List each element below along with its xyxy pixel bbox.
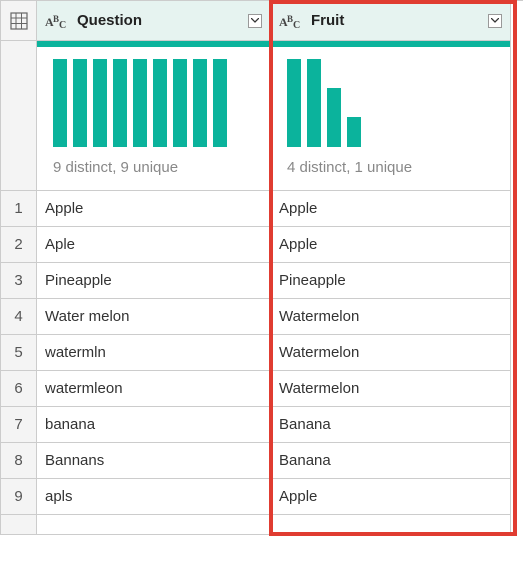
row-number[interactable]: 8 bbox=[1, 443, 37, 479]
cell-fruit[interactable]: Apple bbox=[271, 227, 511, 263]
chart-bar bbox=[193, 59, 207, 147]
chart-bar bbox=[113, 59, 127, 147]
row-number[interactable]: 4 bbox=[1, 299, 37, 335]
cell-question[interactable]: Aple bbox=[37, 227, 271, 263]
chart-bar bbox=[347, 117, 361, 147]
chart-bar bbox=[307, 59, 321, 147]
chart-bar bbox=[327, 88, 341, 147]
data-table: A B C Question A B C Fruit bbox=[0, 0, 523, 535]
cell-empty bbox=[271, 515, 511, 535]
cell-question[interactable]: Water melon bbox=[37, 299, 271, 335]
cell-fruit[interactable]: Pineapple bbox=[271, 263, 511, 299]
cell-question[interactable]: banana bbox=[37, 407, 271, 443]
text-type-icon: A B C bbox=[279, 12, 305, 30]
distribution-chart bbox=[37, 47, 270, 147]
chart-bar bbox=[153, 59, 167, 147]
row-number-empty bbox=[1, 515, 37, 535]
column-dropdown-fruit[interactable] bbox=[488, 14, 502, 28]
table-icon bbox=[10, 12, 28, 30]
cell-empty bbox=[37, 515, 271, 535]
chart-bar bbox=[53, 59, 67, 147]
chart-bar bbox=[133, 59, 147, 147]
row-number[interactable]: 2 bbox=[1, 227, 37, 263]
row-number[interactable]: 5 bbox=[1, 335, 37, 371]
chart-bar bbox=[73, 59, 87, 147]
row-number[interactable]: 7 bbox=[1, 407, 37, 443]
column-header-label: Fruit bbox=[311, 12, 344, 29]
cell-fruit[interactable]: Watermelon bbox=[271, 335, 511, 371]
column-profile-fruit[interactable]: 4 distinct, 1 unique bbox=[271, 41, 511, 191]
row-number[interactable]: 9 bbox=[1, 479, 37, 515]
column-header-fruit[interactable]: A B C Fruit bbox=[271, 1, 511, 41]
cell-fruit[interactable]: Banana bbox=[271, 443, 511, 479]
column-header-label: Question bbox=[77, 12, 142, 29]
cell-question[interactable]: watermleon bbox=[37, 371, 271, 407]
cell-fruit[interactable]: Apple bbox=[271, 479, 511, 515]
chart-bar bbox=[93, 59, 107, 147]
column-dropdown-question[interactable] bbox=[248, 14, 262, 28]
chart-bar bbox=[287, 59, 301, 147]
table-corner-cell[interactable] bbox=[1, 1, 37, 41]
row-number[interactable]: 6 bbox=[1, 371, 37, 407]
svg-text:C: C bbox=[293, 20, 300, 30]
chart-bar bbox=[173, 59, 187, 147]
profile-summary-text: 4 distinct, 1 unique bbox=[271, 147, 510, 176]
svg-text:C: C bbox=[59, 20, 66, 30]
cell-fruit[interactable]: Banana bbox=[271, 407, 511, 443]
cell-fruit[interactable]: Apple bbox=[271, 191, 511, 227]
text-type-icon: A B C bbox=[45, 12, 71, 30]
column-profile-question[interactable]: 9 distinct, 9 unique bbox=[37, 41, 271, 191]
cell-fruit[interactable]: Watermelon bbox=[271, 371, 511, 407]
distribution-chart bbox=[271, 47, 510, 147]
row-number[interactable]: 1 bbox=[1, 191, 37, 227]
cell-question[interactable]: watermln bbox=[37, 335, 271, 371]
chevron-down-icon bbox=[251, 18, 259, 23]
column-header-question[interactable]: A B C Question bbox=[37, 1, 271, 41]
chevron-down-icon bbox=[491, 18, 499, 23]
chart-bar bbox=[213, 59, 227, 147]
cell-question[interactable]: Bannans bbox=[37, 443, 271, 479]
profile-rowheader bbox=[1, 41, 37, 191]
cell-question[interactable]: Apple bbox=[37, 191, 271, 227]
row-number[interactable]: 3 bbox=[1, 263, 37, 299]
cell-question[interactable]: Pineapple bbox=[37, 263, 271, 299]
profile-summary-text: 9 distinct, 9 unique bbox=[37, 147, 270, 176]
cell-question[interactable]: apls bbox=[37, 479, 271, 515]
cell-fruit[interactable]: Watermelon bbox=[271, 299, 511, 335]
